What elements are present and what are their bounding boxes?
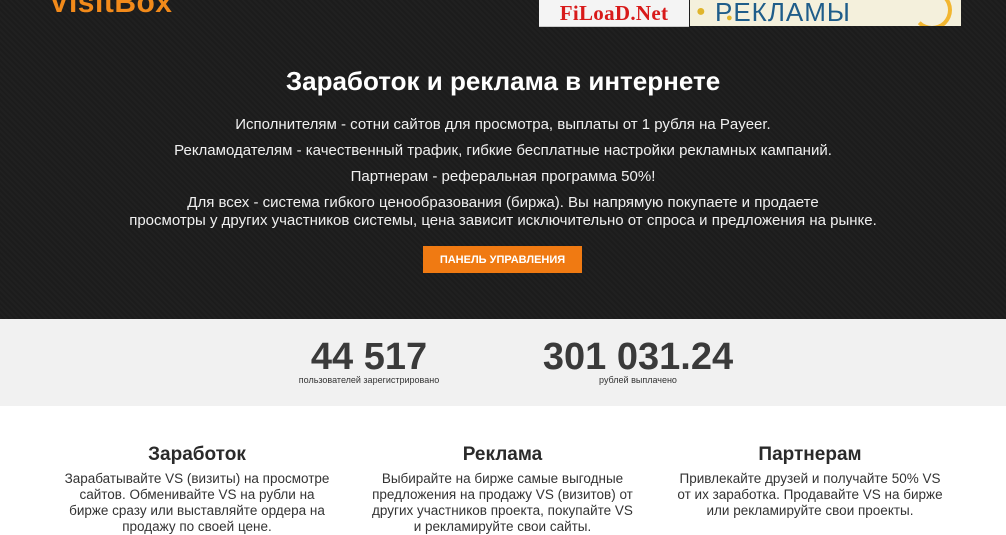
hero-title: Заработок и реклама в интернете <box>285 66 721 96</box>
hero-line-partners: Партнерам - реферальная программа 50%! <box>350 168 656 185</box>
hero-line-performers: Исполнителям - сотни сайтов для просмотр… <box>235 116 771 133</box>
ring-icon <box>912 0 952 26</box>
ad-banner-reklamy[interactable]: ● ● РЕКЛАМЫ <box>690 0 961 26</box>
feature-text-line: Привлекайте друзей и получайте 50% VS <box>679 471 941 486</box>
stat-rubles-paid: 301 031.24 рублей выплачено <box>535 337 741 385</box>
feature-text-line: сайтов. Обменивайте VS на рубли на <box>79 487 315 502</box>
feature-text-line: и рекламируйте свои сайты. <box>413 519 592 534</box>
ad-banner-fiload-text: FiLoaD.Net <box>559 0 669 25</box>
feature-description: Зарабатывайте VS (визиты) на просмотре с… <box>58 471 336 535</box>
feature-title: Заработок <box>148 444 246 465</box>
site-logo[interactable]: VisitBox <box>49 0 173 20</box>
feature-description: Привлекайте друзей и получайте 50% VS от… <box>672 471 948 519</box>
feature-text-line: других участников проекта, покупайте VS <box>372 503 633 518</box>
stat-registered-users: 44 517 пользователей зарегистрировано <box>284 337 454 385</box>
feature-partners: Партнерам Привлекайте друзей и получайте… <box>672 444 948 519</box>
feature-advertising: Реклама Выбирайте на бирже самые выгодны… <box>367 444 638 535</box>
ad-banner-reklamy-text: РЕКЛАМЫ <box>715 0 851 26</box>
feature-earnings: Заработок Зарабатывайте VS (визиты) на п… <box>58 444 336 535</box>
feature-text-line: или рекламируйте свои проекты. <box>706 503 914 518</box>
feature-text-line: от их заработка. Продавайте VS на бирже <box>677 487 943 502</box>
stat-label: пользователей зарегистрировано <box>298 375 440 385</box>
hero-line-advertisers: Рекламодателям - качественный трафик, ги… <box>174 142 832 159</box>
feature-text-line: бирже сразу или выставляйте ордера на <box>69 503 325 518</box>
feature-text-line: Зарабатывайте VS (визиты) на просмотре <box>64 471 330 486</box>
feature-text-line: продажу по своей цене. <box>122 519 272 534</box>
feature-text-line: Выбирайте на бирже самые выгодные <box>381 471 624 486</box>
feature-text-line: предложения на продажу VS (визитов) от <box>372 487 633 502</box>
stats-section: 44 517 пользователей зарегистрировано 30… <box>0 319 1006 406</box>
feature-description: Выбирайте на бирже самые выгодные предло… <box>367 471 638 535</box>
control-panel-button[interactable]: ПАНЕЛЬ УПРАВЛЕНИЯ <box>423 246 582 273</box>
hero-line-exchange: Для всех - система гибкого ценообразован… <box>0 194 1006 230</box>
feature-title: Партнерам <box>758 444 862 465</box>
feature-title: Реклама <box>462 444 543 465</box>
hero-line-exchange-1: Для всех - система гибкого ценообразован… <box>187 194 819 211</box>
ad-banner-fiload[interactable]: FiLoaD.Net <box>539 0 689 27</box>
coin-icon: ● <box>696 3 706 20</box>
hero-line-exchange-2: просмотры у других участников системы, ц… <box>129 212 877 229</box>
hero-section: VisitBox FiLoaD.Net ● ● РЕКЛАМЫ Заработо… <box>0 0 1006 319</box>
stat-value: 44 517 <box>310 336 428 378</box>
stat-value: 301 031.24 <box>542 336 734 378</box>
